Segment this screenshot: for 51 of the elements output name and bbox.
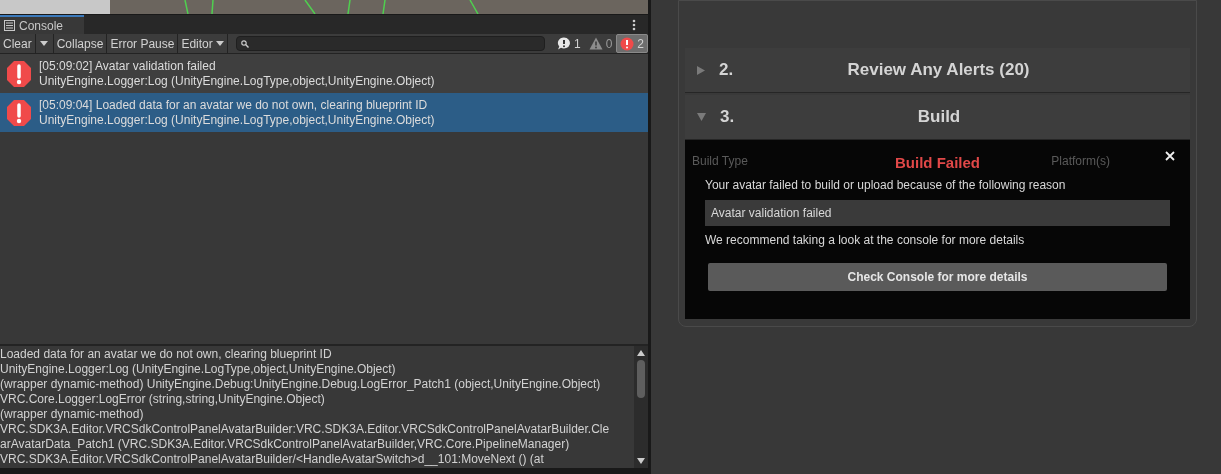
section-title: Review Any Alerts (20) bbox=[846, 59, 1031, 82]
stack-trace-line: (wrapper dynamic-method) UnityEngine.Debug:UnityEngine.Debug.LogError_Patch1 (object,UnityEngine.Object) bbox=[0, 377, 602, 392]
log-entry[interactable]: [05:09:02] Avatar validation failed UnityEngine.Logger:Log (UnityEngine.LogType,object,UnityEngine.Object) bbox=[0, 54, 648, 93]
stack-trace-line: VRC.SDK3A.Editor.VRCSdkControlPanelAvatarBuilder:VRC.SDK3A.Editor.VRCSdkControlPanelAvatarBuilder.Cle bbox=[0, 422, 611, 437]
close-button[interactable] bbox=[1164, 150, 1176, 162]
dialog-hint: We recommend taking a look at the console for more details bbox=[705, 232, 1026, 249]
error-icon bbox=[620, 36, 635, 51]
stack-trace-line: VRC.Core.Logger:LogError (string,string,UnityEngine.Object) bbox=[0, 392, 326, 407]
reason-field: Avatar validation failed bbox=[705, 200, 1170, 226]
field-label: Build Type bbox=[692, 153, 748, 170]
search-icon bbox=[240, 39, 249, 48]
error-icon bbox=[6, 59, 32, 88]
warning-icon bbox=[588, 37, 603, 50]
stack-trace-line: arAvatarData_Patch1 (VRC.SDK3A.Editor.VRCSdkControlPanelAvatarBuilder,VRC.Core.PipelineManager) bbox=[0, 437, 571, 452]
toolbar-button[interactable]: Collapse bbox=[53, 34, 108, 53]
field-label: Platform(s) bbox=[1051, 153, 1110, 170]
check-console-button[interactable]: Check Console for more details bbox=[708, 263, 1167, 291]
log-message: [05:09:04] Loaded data for an avatar we do not own, clearing blueprint ID bbox=[39, 97, 429, 113]
list-icon bbox=[4, 20, 15, 31]
section-title: Build bbox=[916, 106, 962, 129]
log-message: [05:09:02] Avatar validation failed bbox=[39, 58, 217, 74]
caret-icon bbox=[40, 41, 49, 46]
dialog-title: Build Failed bbox=[895, 152, 980, 173]
toolbar-button[interactable]: Error Pause bbox=[107, 34, 179, 53]
more-options-icon[interactable] bbox=[632, 18, 636, 31]
info-icon bbox=[556, 37, 571, 50]
scrollbar[interactable] bbox=[634, 346, 648, 468]
tab-label: Console bbox=[19, 17, 64, 35]
collapsed-arrow-icon bbox=[697, 65, 705, 75]
toolbar-button[interactable]: Clear bbox=[0, 34, 36, 53]
log-entry[interactable]: [05:09:04] Loaded data for an avatar we do not own, clearing blueprint ID UnityEngine.Logger:Log (UnityEngine.LogType,object,UnityEngine.Object) bbox=[0, 93, 648, 132]
stack-trace-line: VRC.SDK3A.Editor.VRCSdkControlPanelAvatarBuilder/<HandleAvatarSwitch>d__101:MoveNext () (at bbox=[0, 452, 545, 467]
section-number: 2. bbox=[719, 59, 735, 82]
section-number: 3. bbox=[720, 106, 736, 129]
caret-icon bbox=[215, 41, 224, 46]
scrollbar-thumb[interactable] bbox=[637, 360, 645, 398]
close-icon bbox=[1164, 150, 1176, 162]
scroll-up-icon[interactable] bbox=[637, 350, 645, 356]
section-header[interactable]: 3. Build bbox=[685, 95, 1190, 140]
scroll-down-icon[interactable] bbox=[637, 458, 645, 464]
log-source: UnityEngine.Logger:Log (UnityEngine.LogType,object,UnityEngine.Object) bbox=[39, 112, 435, 128]
expanded-arrow-icon bbox=[697, 113, 706, 121]
dialog-message: Your avatar failed to build or upload because of the following reason bbox=[705, 177, 1067, 194]
section-header[interactable]: 2. Review Any Alerts (20) bbox=[685, 48, 1190, 93]
stack-trace-line: UnityEngine.Logger:Log (UnityEngine.LogType,object,UnityEngine.Object) bbox=[0, 362, 397, 377]
error-icon bbox=[6, 98, 32, 127]
stack-trace-line: Loaded data for an avatar we do not own, clearing blueprint ID bbox=[0, 347, 333, 362]
stack-trace-line: (wrapper dynamic-method) bbox=[0, 407, 145, 422]
log-source: UnityEngine.Logger:Log (UnityEngine.LogType,object,UnityEngine.Object) bbox=[39, 73, 435, 89]
console-tab[interactable]: Console bbox=[0, 15, 84, 34]
editor-dropdown[interactable]: Editor bbox=[178, 34, 228, 53]
